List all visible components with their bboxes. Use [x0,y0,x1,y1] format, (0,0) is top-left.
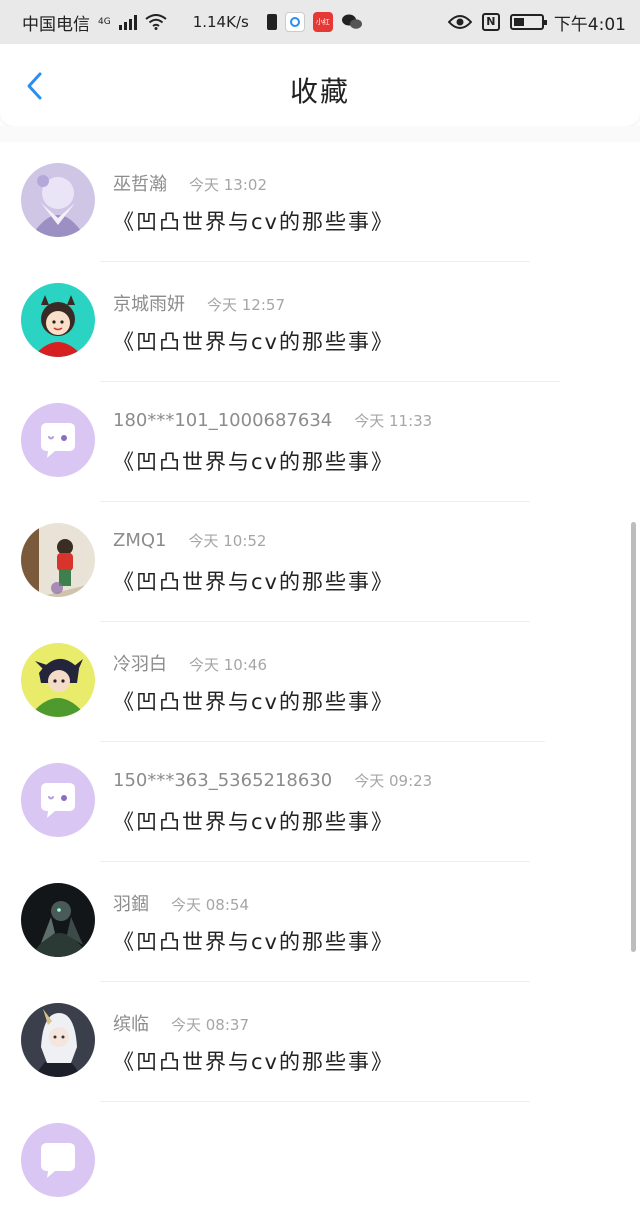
notification-icons: 小红书 [266,12,363,32]
avatar[interactable] [21,883,95,957]
avatar[interactable] [21,1123,95,1197]
list-item[interactable]: 缤临 今天 08:37 《凹凸世界与cv的那些事》 [0,982,640,1102]
list-item[interactable]: 冷羽白 今天 10:46 《凹凸世界与cv的那些事》 [0,622,640,742]
meta-line: 缤临 今天 08:37 [113,1010,249,1036]
username[interactable]: 180***101_1000687634 [113,410,332,431]
avatar[interactable] [21,1003,95,1077]
username[interactable]: 羽錮 [113,890,149,916]
sim-alert-icon [266,14,277,30]
status-bar: 中国电信 4G 1.14K/s 小红书 N 下午4:01 [0,0,640,44]
browser-icon [284,12,305,32]
wechat-icon [341,14,362,29]
carrier-label: 中国电信 [22,14,90,35]
header-spacer [0,126,640,142]
wifi-icon [145,14,167,30]
work-title[interactable]: 《凹凸世界与cv的那些事》 [113,926,394,956]
scrollbar[interactable] [631,522,636,952]
default-avatar-icon [21,1123,95,1197]
eye-icon [447,15,472,29]
avatar[interactable] [21,283,95,357]
avatar[interactable] [21,523,95,597]
avatar[interactable] [21,763,95,837]
list-item[interactable]: 180***101_1000687634 今天 11:33 《凹凸世界与cv的那… [0,382,640,502]
meta-line: 180***101_1000687634 今天 11:33 [113,410,432,431]
avatar[interactable] [21,163,95,237]
timestamp: 今天 09:23 [354,772,433,790]
network-label: 4G [98,17,111,27]
default-avatar-icon [21,763,95,837]
list-item[interactable]: 京城雨妍 今天 12:57 《凹凸世界与cv的那些事》 [0,262,640,382]
list-item[interactable]: ZMQ1 今天 10:52 《凹凸世界与cv的那些事》 [0,502,640,622]
list-item[interactable]: 150***363_5365218630 今天 09:23 《凹凸世界与cv的那… [0,742,640,862]
list-item[interactable]: 羽錮 今天 08:54 《凹凸世界与cv的那些事》 [0,862,640,982]
timestamp: 今天 13:02 [189,176,267,194]
work-title[interactable]: 《凹凸世界与cv的那些事》 [113,206,394,236]
status-left: 中国电信 4G 1.14K/s [22,10,249,35]
work-title[interactable]: 《凹凸世界与cv的那些事》 [113,806,394,836]
list-item[interactable] [0,1102,640,1222]
status-right: N 下午4:01 [447,10,626,35]
avatar[interactable] [21,643,95,717]
username[interactable]: 150***363_5365218630 [113,770,332,791]
default-avatar-icon [21,403,95,477]
clock-label: 下午4:01 [553,14,626,35]
username[interactable]: 冷羽白 [113,650,167,676]
meta-line: 羽錮 今天 08:54 [113,890,249,916]
username[interactable]: 巫哲瀚 [113,170,167,196]
battery-icon [509,14,547,30]
meta-line: 冷羽白 今天 10:46 [113,650,267,676]
timestamp: 今天 08:54 [171,896,249,914]
timestamp: 今天 10:46 [189,656,267,674]
meta-line: 150***363_5365218630 今天 09:23 [113,770,432,791]
username[interactable]: ZMQ1 [113,530,166,551]
xiaohongshu-icon: 小红书 [312,12,333,32]
username[interactable]: 京城雨妍 [113,290,185,316]
work-title[interactable]: 《凹凸世界与cv的那些事》 [113,686,394,716]
work-title[interactable]: 《凹凸世界与cv的那些事》 [113,566,394,596]
net-speed-label: 1.14K/s [192,13,249,31]
favorites-list: 巫哲瀚 今天 13:02 《凹凸世界与cv的那些事》 京城雨妍 今天 12:57… [0,142,640,1222]
meta-line: 京城雨妍 今天 12:57 [113,290,285,316]
list-item[interactable]: 巫哲瀚 今天 13:02 《凹凸世界与cv的那些事》 [0,142,640,262]
work-title[interactable]: 《凹凸世界与cv的那些事》 [113,1046,394,1076]
timestamp: 今天 10:52 [188,532,267,550]
work-title[interactable]: 《凹凸世界与cv的那些事》 [113,326,394,356]
timestamp: 今天 08:37 [171,1016,249,1034]
meta-line: 巫哲瀚 今天 13:02 [113,170,267,196]
meta-line: ZMQ1 今天 10:52 [113,530,266,551]
page-title: 收藏 [289,75,350,108]
avatar[interactable] [21,403,95,477]
work-title[interactable]: 《凹凸世界与cv的那些事》 [113,446,394,476]
signal-icon [118,14,137,30]
nfc-icon: N [481,13,500,31]
nav-header: 收藏 [0,44,640,126]
timestamp: 今天 11:33 [354,412,433,430]
username[interactable]: 缤临 [113,1010,149,1036]
timestamp: 今天 12:57 [207,296,285,314]
